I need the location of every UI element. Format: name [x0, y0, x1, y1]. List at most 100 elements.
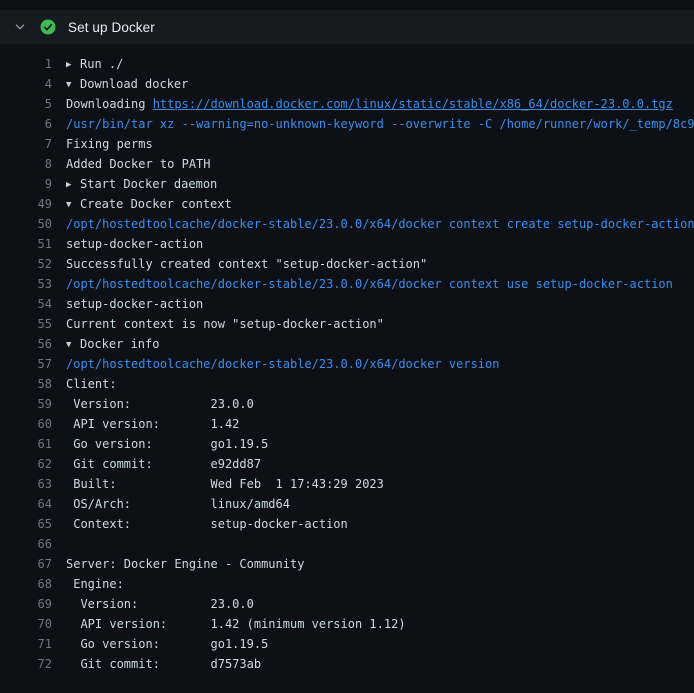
chevron-right-icon[interactable]: ▶ [66, 55, 80, 74]
log-line: 60 API version: 1.42 [0, 414, 694, 434]
log-line: 52Successfully created context "setup-do… [0, 254, 694, 274]
line-text: Added Docker to PATH [66, 154, 694, 174]
log-line[interactable]: 1 ▶Run ./ [0, 54, 694, 74]
line-text: Engine: [66, 574, 694, 594]
line-text: ▶Start Docker daemon [66, 174, 694, 194]
log-line: 67 Server: Docker Engine - Community [0, 554, 694, 574]
log-text: API version: 1.42 (minimum version 1.12) [66, 617, 406, 631]
line-number[interactable]: 54 [0, 294, 52, 314]
line-number[interactable]: 67 [0, 554, 52, 574]
line-number[interactable]: 57 [0, 354, 52, 374]
log-text: Git commit: e92dd87 [66, 457, 261, 471]
chevron-down-icon[interactable]: ▼ [66, 335, 80, 354]
line-text: setup-docker-action [66, 294, 694, 314]
line-number[interactable]: 70 [0, 614, 52, 634]
line-number[interactable]: 8 [0, 154, 52, 174]
line-number[interactable]: 6 [0, 114, 52, 134]
log-line[interactable]: 9 ▶Start Docker daemon [0, 174, 694, 194]
line-number[interactable]: 52 [0, 254, 52, 274]
line-number[interactable]: 64 [0, 494, 52, 514]
line-number[interactable]: 51 [0, 234, 52, 254]
log-text: OS/Arch: linux/amd64 [66, 497, 290, 511]
line-number[interactable]: 69 [0, 594, 52, 614]
line-text: API version: 1.42 [66, 414, 694, 434]
line-number[interactable]: 56 [0, 334, 52, 354]
log-text: Download docker [80, 77, 188, 91]
log-line: 61 Go version: go1.19.5 [0, 434, 694, 454]
line-number[interactable]: 60 [0, 414, 52, 434]
log-text: Downloading [66, 97, 153, 111]
log-line: 55Current context is now "setup-docker-a… [0, 314, 694, 334]
step-title: Set up Docker [68, 20, 155, 35]
line-text: Version: 23.0.0 [66, 594, 694, 614]
log-text: Fixing perms [66, 137, 153, 151]
log-text: Engine: [66, 577, 124, 591]
line-number[interactable]: 7 [0, 134, 52, 154]
log-line: 65 Context: setup-docker-action [0, 514, 694, 534]
chevron-down-icon[interactable] [14, 21, 26, 33]
line-number[interactable]: 4 [0, 74, 52, 94]
log-line: 7 Fixing perms [0, 134, 694, 154]
log-text: Version: 23.0.0 [66, 397, 254, 411]
chevron-down-icon[interactable]: ▼ [66, 195, 80, 214]
log-line: 51setup-docker-action [0, 234, 694, 254]
log-line: 62 Git commit: e92dd87 [0, 454, 694, 474]
line-number[interactable]: 49 [0, 194, 52, 214]
log-line: 72 Git commit: d7573ab [0, 654, 694, 674]
log-link[interactable]: https://download.docker.com/linux/static… [153, 97, 673, 111]
log-text: Context: setup-docker-action [66, 517, 348, 531]
line-number[interactable]: 72 [0, 654, 52, 674]
log-line: 70 API version: 1.42 (minimum version 1.… [0, 614, 694, 634]
line-text: OS/Arch: linux/amd64 [66, 494, 694, 514]
log-text: Run ./ [80, 57, 123, 71]
line-number[interactable]: 61 [0, 434, 52, 454]
line-text [66, 534, 694, 554]
line-number[interactable]: 65 [0, 514, 52, 534]
log-text: Docker info [80, 337, 159, 351]
line-number[interactable]: 58 [0, 374, 52, 394]
line-text: Version: 23.0.0 [66, 394, 694, 414]
log-line: 57/opt/hostedtoolcache/docker-stable/23.… [0, 354, 694, 374]
line-number[interactable]: 55 [0, 314, 52, 334]
line-number[interactable]: 68 [0, 574, 52, 594]
chevron-down-icon[interactable]: ▼ [66, 75, 80, 94]
log-line[interactable]: 56 ▼Docker info [0, 334, 694, 354]
log-text: Server: Docker Engine - Community [66, 557, 304, 571]
log-text: Version: 23.0.0 [66, 597, 254, 611]
line-text: Server: Docker Engine - Community [66, 554, 694, 574]
line-number[interactable]: 63 [0, 474, 52, 494]
line-text: API version: 1.42 (minimum version 1.12) [66, 614, 694, 634]
log-line: 71 Go version: go1.19.5 [0, 634, 694, 654]
line-number[interactable]: 5 [0, 94, 52, 114]
line-text: ▼Download docker [66, 74, 694, 94]
log-text: Start Docker daemon [80, 177, 217, 191]
line-number[interactable]: 71 [0, 634, 52, 654]
line-number[interactable]: 62 [0, 454, 52, 474]
line-text: Go version: go1.19.5 [66, 634, 694, 654]
log-command-text: /opt/hostedtoolcache/docker-stable/23.0.… [66, 217, 694, 231]
line-number[interactable]: 1 [0, 54, 52, 74]
log-line: 69 Version: 23.0.0 [0, 594, 694, 614]
line-text: /opt/hostedtoolcache/docker-stable/23.0.… [66, 214, 694, 234]
log-text: API version: 1.42 [66, 417, 239, 431]
log-line: 5 Downloading https://download.docker.com… [0, 94, 694, 114]
line-number[interactable]: 66 [0, 534, 52, 554]
line-text: Context: setup-docker-action [66, 514, 694, 534]
step-header[interactable]: Set up Docker [0, 10, 694, 44]
log-line[interactable]: 49▼Create Docker context [0, 194, 694, 214]
log-line[interactable]: 4 ▼Download docker [0, 74, 694, 94]
line-number[interactable]: 9 [0, 174, 52, 194]
line-text: Built: Wed Feb 1 17:43:29 2023 [66, 474, 694, 494]
check-circle-icon [40, 19, 56, 35]
line-number[interactable]: 59 [0, 394, 52, 414]
line-number[interactable]: 53 [0, 274, 52, 294]
log: 1▶Run ./4▼Download docker5Downloading ht… [0, 44, 694, 674]
log-text: Added Docker to PATH [66, 157, 211, 171]
chevron-right-icon[interactable]: ▶ [66, 175, 80, 194]
log-text: Go version: go1.19.5 [66, 637, 268, 651]
log-line: 66 [0, 534, 694, 554]
log-lines: 1▶Run ./4▼Download docker5Downloading ht… [0, 54, 694, 674]
log-line: 8 Added Docker to PATH [0, 154, 694, 174]
log-line: 58Client: [0, 374, 694, 394]
line-number[interactable]: 50 [0, 214, 52, 234]
